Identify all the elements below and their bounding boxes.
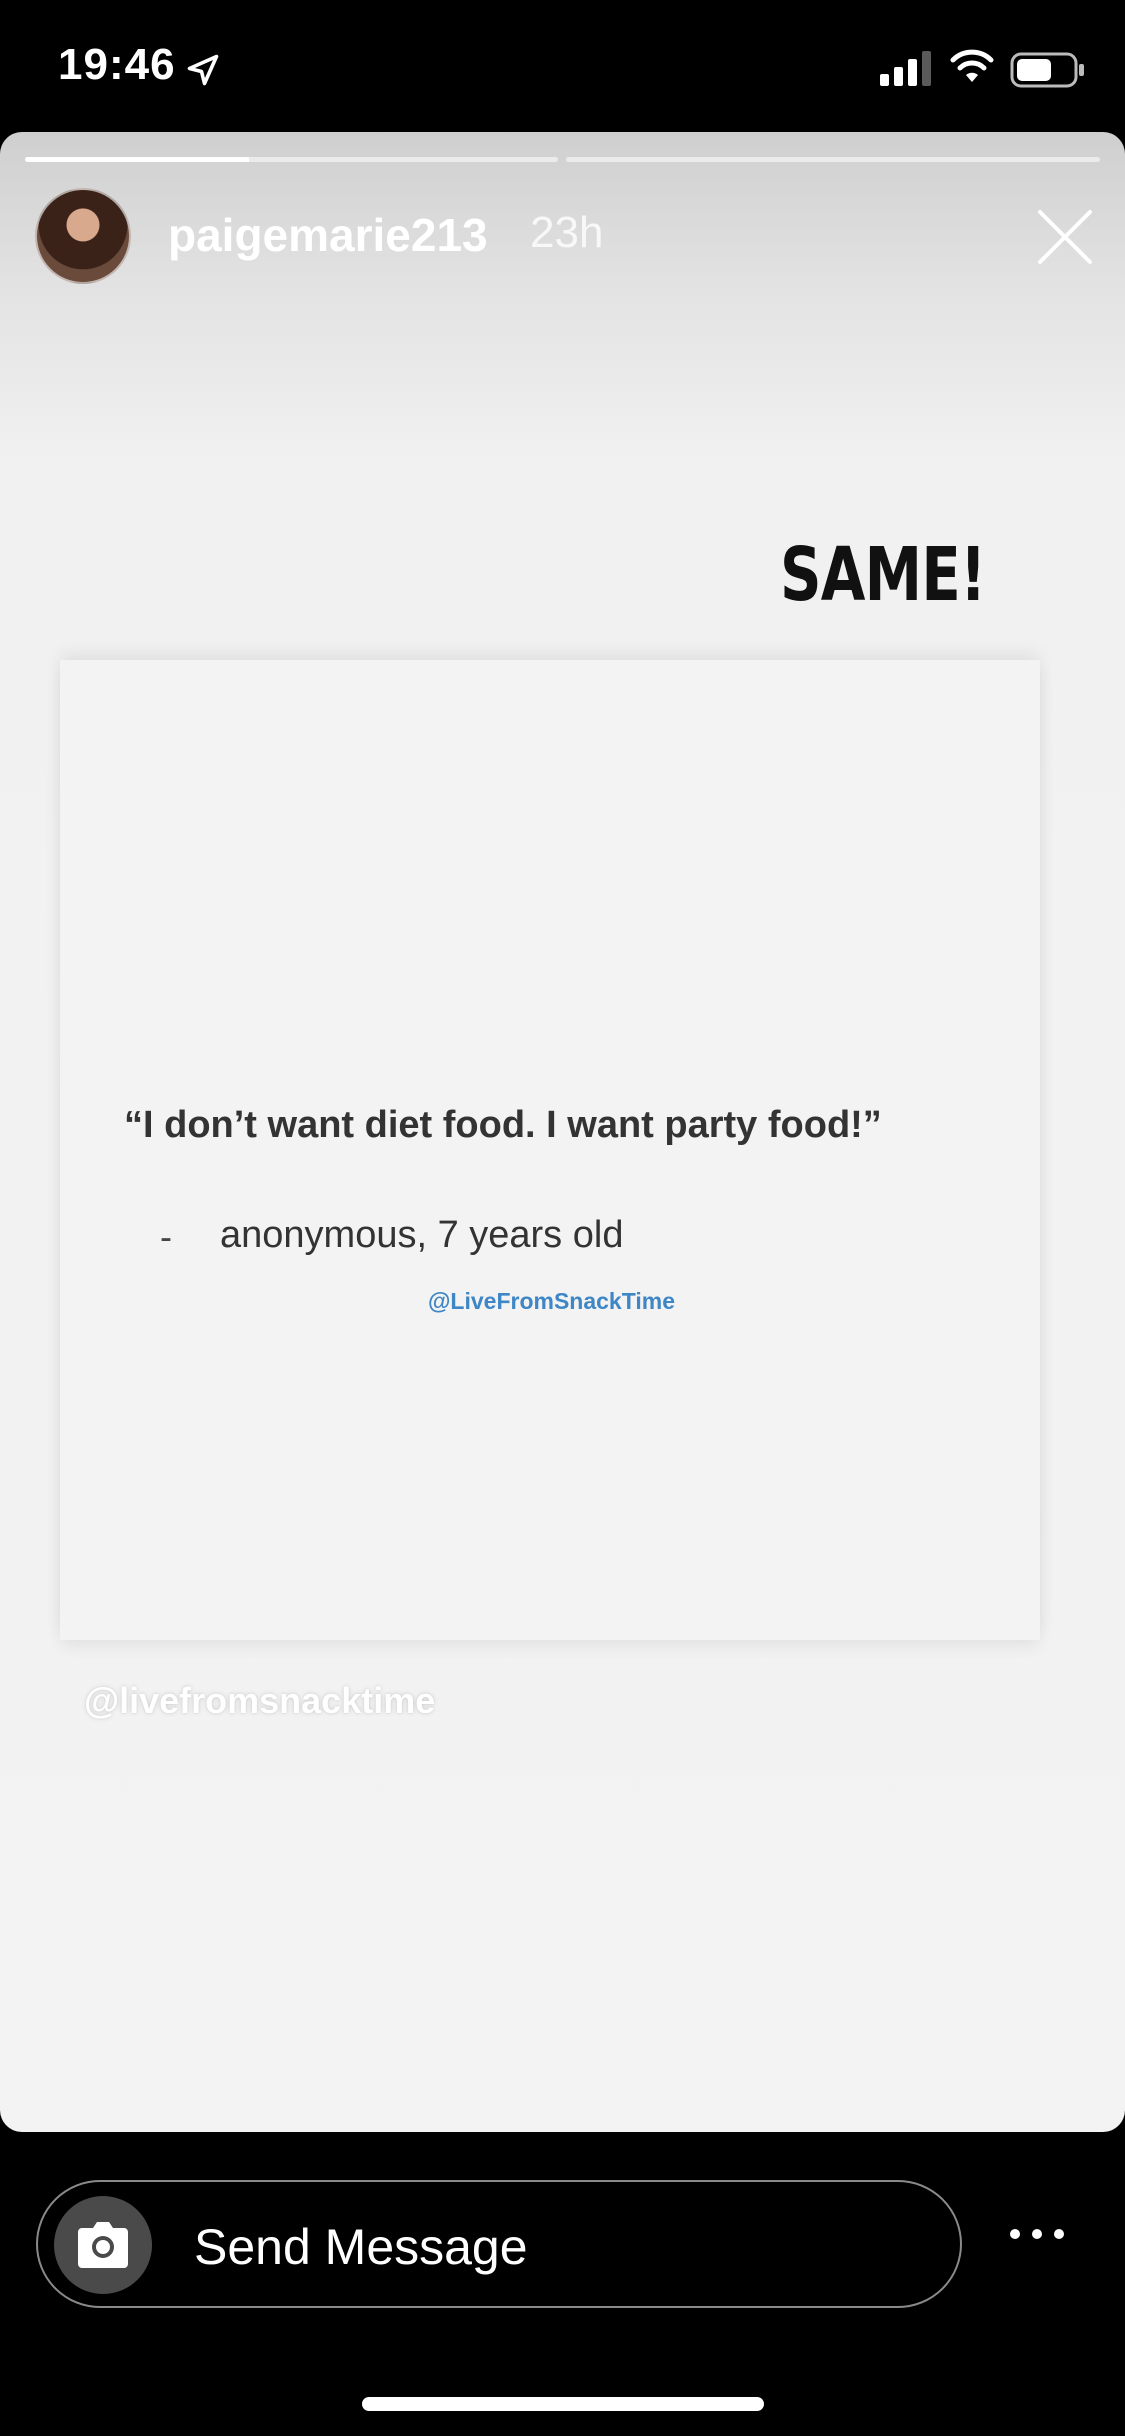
post-time: 23h: [530, 208, 604, 257]
attribution-dash: -: [160, 1216, 172, 1257]
status-time: 19:46: [58, 40, 176, 89]
more-icon: [1010, 2229, 1020, 2239]
story-viewer[interactable]: paigemarie213 23h SAME! “I don’t want di…: [0, 132, 1125, 2132]
camera-icon: [78, 2222, 128, 2268]
same-sticker: SAME!: [780, 532, 986, 618]
username[interactable]: paigemarie213: [168, 208, 488, 262]
more-button[interactable]: [1010, 2225, 1066, 2245]
battery-icon: [1010, 52, 1084, 88]
status-bar: 19:46: [0, 0, 1125, 132]
watermark-handle[interactable]: @livefromsnacktime: [84, 1680, 435, 1722]
home-indicator[interactable]: [362, 2397, 764, 2411]
send-message-input[interactable]: Send Message: [36, 2180, 962, 2308]
avatar[interactable]: [35, 188, 131, 284]
location-arrow-icon: [187, 54, 219, 86]
attribution-text: anonymous, 7 years old: [220, 1214, 624, 1256]
story-progress-bar-1: [25, 157, 558, 162]
card-handle: @LiveFromSnackTime: [428, 1288, 675, 1314]
story-progress-fill: [25, 157, 249, 162]
wifi-icon: [950, 49, 994, 82]
more-icon-dot: [1032, 2229, 1042, 2239]
screen: 19:46 paigemarie213 23h SAME! “I don’t w…: [0, 0, 1125, 2436]
more-icon-dot: [1054, 2229, 1064, 2239]
send-message-placeholder: Send Message: [194, 2219, 528, 2275]
signal-icon: [880, 51, 931, 86]
camera-button[interactable]: [54, 2196, 152, 2294]
quote-card: “I don’t want diet food. I want party fo…: [60, 660, 1040, 1640]
story-progress-bar-2: [566, 157, 1100, 162]
close-icon[interactable]: [1036, 208, 1094, 266]
quote-text: “I don’t want diet food. I want party fo…: [124, 1104, 882, 1146]
